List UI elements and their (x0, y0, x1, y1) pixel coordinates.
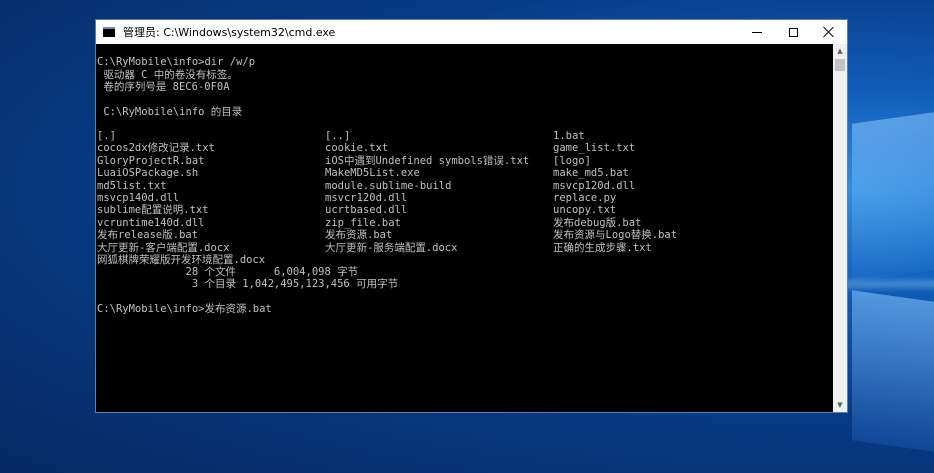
close-button[interactable] (811, 20, 847, 44)
file-entry: GloryProjectR.bat (97, 154, 205, 167)
file-entry: vcruntime140d.dll (97, 216, 205, 229)
maximize-button[interactable] (775, 20, 811, 44)
minimize-button[interactable] (739, 20, 775, 44)
file-entry: module.sublime-build (325, 179, 452, 192)
window-controls (739, 20, 847, 44)
file-entry: cookie.txt (325, 142, 389, 155)
file-entry: LuaiOSPackage.sh (97, 167, 199, 180)
cmd-window[interactable]: 管理员: C:\Windows\system32\cmd.exe C:\RyMo… (95, 19, 848, 413)
vertical-scrollbar[interactable]: ▲ ▼ (833, 44, 847, 412)
scroll-up-arrow-icon[interactable]: ▲ (833, 44, 847, 58)
close-icon (823, 26, 835, 38)
file-entry: [logo] (553, 154, 591, 167)
console-line: C:\RyMobile\info>dir /w/p (97, 56, 256, 68)
file-entry: make_md5.bat (553, 167, 629, 180)
prompt: C:\RyMobile\info> (97, 303, 205, 315)
console-line: C:\RyMobile\info 的目录 (97, 106, 243, 118)
scrollbar-thumb[interactable] (835, 59, 845, 71)
file-entry: zip_file.bat (325, 216, 401, 229)
file-entry: 发布debug版.bat (553, 216, 642, 229)
typed-command: 发布资源.bat (204, 303, 272, 315)
file-entry: ucrtbased.dll (325, 204, 408, 217)
file-entry: 大厅更新-客户端配置.docx (97, 241, 230, 254)
console-output[interactable]: C:\RyMobile\info>dir /w/p 驱动器 C 中的卷没有标签。… (96, 44, 833, 412)
file-entry: 发布资源与Logo替换.bat (553, 229, 678, 242)
title-bar[interactable]: 管理员: C:\Windows\system32\cmd.exe (96, 20, 847, 44)
file-entry: game_list.txt (553, 142, 636, 155)
file-entry: md5list.txt (97, 179, 167, 192)
summary-dirs: 3 个目录 1,042,495,123,456 可用字节 (97, 278, 399, 290)
scroll-down-arrow-icon[interactable]: ▼ (833, 398, 847, 412)
desktop-light-beam (852, 290, 934, 452)
console-line: 卷的序列号是 8EC6-0F0A (97, 81, 230, 93)
file-entry: cocos2dx修改记录.txt (97, 142, 215, 155)
window-title: 管理员: C:\Windows\system32\cmd.exe (123, 26, 336, 39)
file-entry: 正确的生成步骤.txt (553, 241, 652, 254)
file-entry: iOS中遇到Undefined symbols错误.txt (325, 154, 530, 167)
file-entry: 大厅更新-服务端配置.docx (325, 241, 458, 254)
desktop-light-beam (852, 112, 934, 282)
file-entry: replace.py (553, 192, 617, 204)
file-entry: [..] (325, 130, 351, 142)
file-entry: MakeMD5List.exe (325, 167, 420, 180)
file-entry: msvcp120d.dll (553, 179, 636, 192)
file-entry: sublime配置说明.txt (97, 204, 209, 217)
minimize-icon (752, 31, 762, 33)
file-entry: uncopy.txt (553, 204, 617, 217)
file-entry: msvcr120d.dll (325, 192, 408, 204)
file-entry: 1.bat (553, 130, 585, 142)
cmd-icon[interactable] (103, 27, 115, 37)
file-entry: 发布release版.bat (97, 229, 199, 242)
maximize-icon (788, 27, 798, 37)
file-entry: 发布资源.bat (325, 229, 393, 242)
prompt-line[interactable]: C:\RyMobile\info>发布资源.bat (97, 303, 272, 316)
